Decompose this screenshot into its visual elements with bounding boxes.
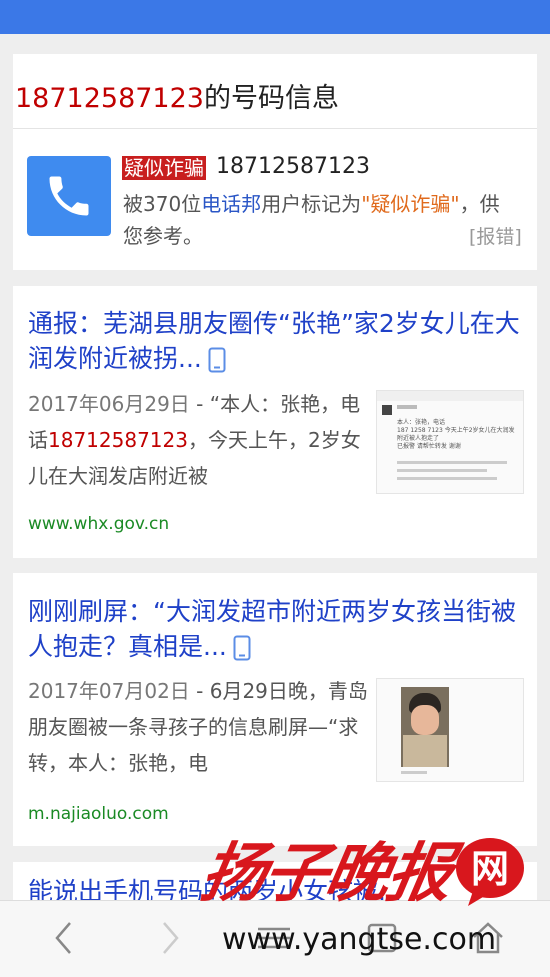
result-url[interactable]: www.whx.gov.cn [28,514,169,534]
result-title-text[interactable]: 刚刚刷屏：“大润发超市附近两岁女孩当街被人抱走？真相是... [28,597,516,661]
thumb-text-line: 已报警 请帮忙转发 谢谢 [397,443,461,450]
thumb-photo [401,687,449,767]
thumb-avatar [382,405,392,415]
status-bar [0,0,550,34]
result-snippet: 2017年06月29日 - “本人：张艳，电话18712587123，今天上午，… [28,386,368,494]
title-number: 18712587123 [15,83,204,114]
forward-icon[interactable] [158,919,182,957]
result-thumbnail[interactable]: 本人：张艳，电话 187 1258 7123 今天上午2岁女儿在大润发附近被人抱走… [376,390,524,494]
thumb-line [397,469,487,472]
suspected-fraud-tag: 疑似诈骗 [122,156,206,180]
result-date: 2017年07月02日 [28,679,190,703]
result-thumbnail[interactable] [376,678,524,782]
thumb-face [411,705,439,735]
thumb-line [397,477,497,480]
watermark-badge-text: 网 [471,847,509,891]
report-error-link[interactable]: [报错] [469,222,522,249]
mark-description: 被370位电话邦用户标记为"疑似诈骗"，供您参考。 [123,188,508,252]
mark-app-link[interactable]: 电话邦 [201,192,261,216]
thumb-body [403,735,447,767]
title-suffix: 的号码信息 [203,83,339,114]
result-title-link[interactable]: 刚刚刷屏：“大润发超市附近两岁女孩当街被人抱走？真相是... [28,594,520,664]
thumb-header [377,391,523,401]
snippet-highlight: 18712587123 [48,428,188,452]
thumb-line [397,461,507,464]
tag-number: 18712587123 [216,154,370,179]
mark-middle: 用户标记为 [261,192,362,216]
thumb-line [397,405,417,409]
watermark-url: www.yangtse.com [222,922,497,957]
watermark-brand: 扬子晚报 [195,836,457,911]
number-info-title: 18712587123的号码信息 [15,76,339,115]
card-divider [13,128,537,129]
result-date: 2017年06月29日 [28,392,190,416]
thumb-text-line: 187 1258 7123 今天上午2岁女儿在大润发附近被人抱走了 [397,427,515,442]
phone-icon [27,156,111,236]
watermark-badge: 网 [456,838,524,906]
thumb-text: 本人：张艳，电话 187 1258 7123 今天上午2岁女儿在大润发附近被人抱走… [397,419,515,451]
mobile-icon [208,347,226,373]
back-icon[interactable] [52,919,76,957]
mark-label: "疑似诈骗" [361,192,460,216]
mobile-icon [233,635,251,661]
result-title-text[interactable]: 通报：芜湖县朋友圈传“张艳”家2岁女儿在大润发附近被拐... [28,309,520,373]
result-snippet: 2017年07月02日 - 6月29日晚，青岛朋友圈被一条寻孩子的信息刷屏—“求… [28,673,368,781]
result-title-link[interactable]: 通报：芜湖县朋友圈传“张艳”家2岁女儿在大润发附近被拐... [28,306,520,376]
thumb-line [401,771,427,774]
mark-prefix: 被370位 [123,192,202,216]
result-url[interactable]: m.najiaoluo.com [28,804,169,824]
thumb-text-line: 本人：张艳，电话 [397,419,446,426]
